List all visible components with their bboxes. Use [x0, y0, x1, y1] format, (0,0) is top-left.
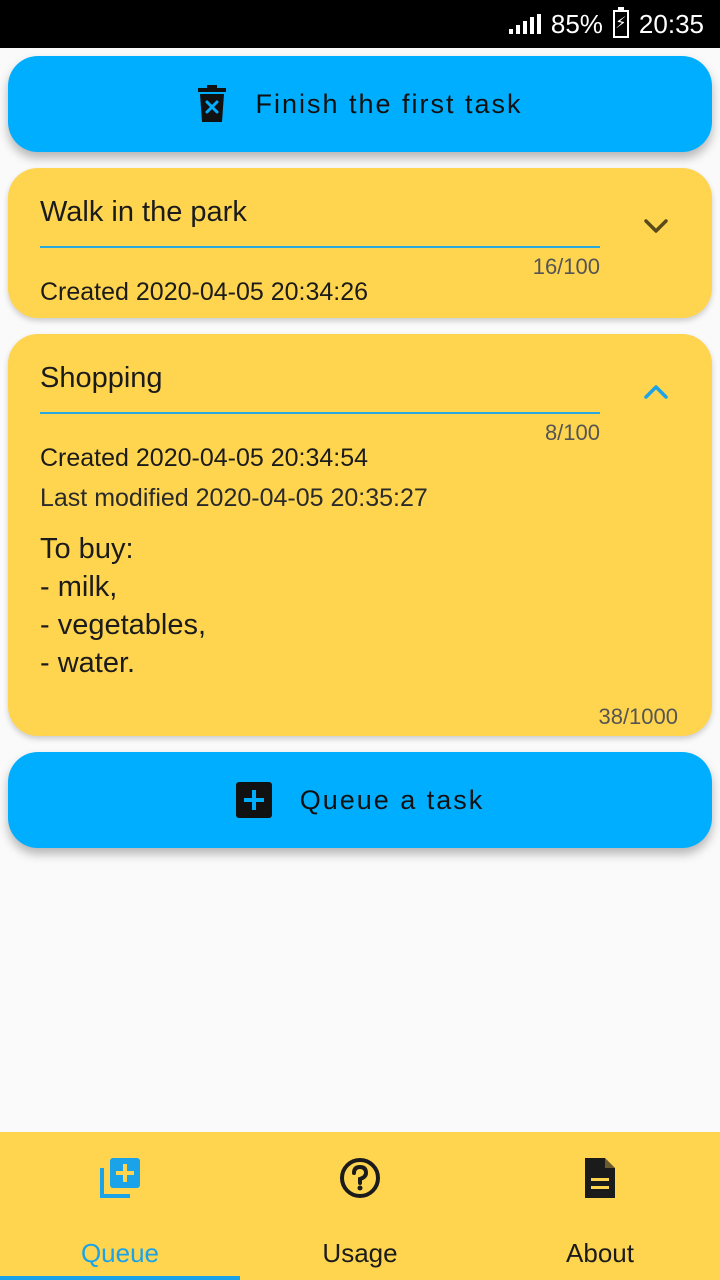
nav-item-about[interactable]: About — [480, 1132, 720, 1280]
nav-item-queue[interactable]: Queue — [0, 1132, 240, 1280]
document-icon — [582, 1156, 618, 1200]
status-bar: 85% ⚡ 20:35 — [0, 0, 720, 48]
clock: 20:35 — [638, 8, 704, 39]
finish-first-task-button[interactable]: Finish the first task — [8, 56, 712, 152]
title-underline — [40, 412, 600, 414]
trash-x-icon — [197, 85, 227, 123]
finish-button-label: Finish the first task — [255, 88, 523, 119]
nav-item-usage[interactable]: Usage — [240, 1132, 480, 1280]
title-underline — [40, 246, 600, 248]
battery-percent: 85% — [550, 8, 603, 39]
task-description-input[interactable]: To buy: - milk, - vegetables, - water. — [40, 530, 206, 682]
task-title-input[interactable]: Shopping — [40, 362, 600, 395]
created-date: Created 2020-04-05 20:34:26 — [40, 278, 369, 306]
bottom-navigation: Queue Usage About — [0, 1132, 720, 1280]
help-circle-icon — [338, 1156, 382, 1200]
chevron-down-icon[interactable] — [640, 210, 672, 242]
active-tab-indicator — [0, 1276, 240, 1280]
queue-add-icon — [98, 1156, 142, 1200]
add-box-icon — [235, 782, 272, 818]
queue-button-label: Queue a task — [299, 784, 485, 815]
task-card: Walk in the park 16/100 Created 2020-04-… — [8, 168, 712, 318]
signal-icon — [508, 14, 541, 34]
battery-charging-icon: ⚡ — [612, 7, 629, 38]
chevron-up-icon[interactable] — [640, 376, 672, 408]
nav-label-queue: Queue — [80, 1238, 160, 1268]
title-char-counter: 8/100 — [544, 420, 600, 445]
queue-task-button[interactable]: Queue a task — [8, 752, 712, 848]
modified-date: Last modified 2020-04-05 20:35:27 — [40, 484, 428, 512]
description-char-counter: 38/1000 — [598, 704, 678, 729]
nav-label-about: About — [566, 1238, 634, 1268]
nav-label-usage: Usage — [322, 1238, 398, 1268]
task-title-input[interactable]: Walk in the park — [40, 196, 600, 229]
title-char-counter: 16/100 — [532, 254, 600, 279]
created-date: Created 2020-04-05 20:34:54 — [40, 444, 369, 472]
task-card: Shopping 8/100 Created 2020-04-05 20:34:… — [8, 334, 712, 736]
